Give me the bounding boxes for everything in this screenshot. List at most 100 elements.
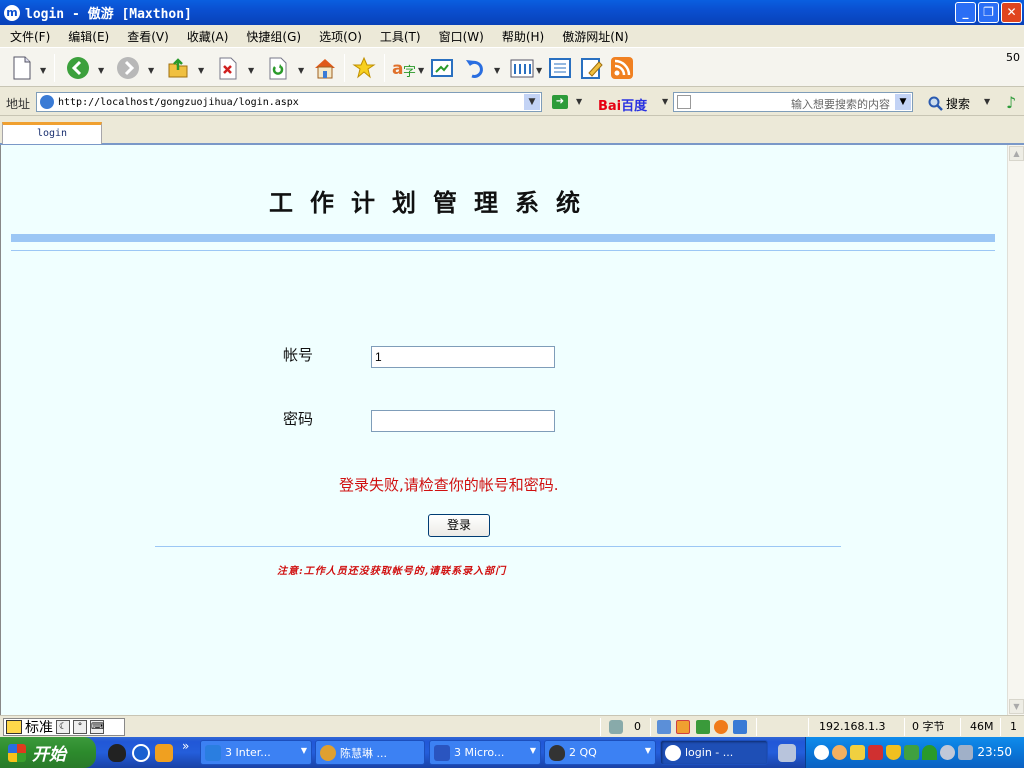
minimize-button[interactable]: _ bbox=[955, 2, 976, 23]
tray-umbrella-icon[interactable] bbox=[922, 745, 937, 760]
search-dropdown-icon[interactable]: ▼ bbox=[895, 94, 911, 110]
taskbar-item-login[interactable]: login - ... bbox=[660, 740, 768, 765]
menu-groups[interactable]: 快捷组(G) bbox=[240, 28, 307, 45]
menu-view[interactable]: 查看(V) bbox=[121, 28, 175, 45]
restore-button[interactable]: ❐ bbox=[978, 2, 999, 23]
ime-punct-icon[interactable]: ° bbox=[73, 720, 87, 734]
maxthon-icon bbox=[665, 744, 681, 761]
taskbar: 开始 » 3 Inter... ▼ 陈慧琳 ... 3 Micro... ▼ 2… bbox=[0, 737, 1024, 768]
error-message: 登录失败,请检查你的帐号和密码. bbox=[339, 476, 559, 494]
menu-maxthon-sites[interactable]: 傲游网址(N) bbox=[556, 28, 634, 45]
address-dropdown-icon[interactable]: ▼ bbox=[524, 94, 540, 110]
tray-security-icon[interactable] bbox=[904, 745, 919, 760]
vertical-scrollbar[interactable]: ▲ ▼ bbox=[1007, 145, 1024, 715]
header-band bbox=[11, 234, 995, 242]
quicklaunch-qq-icon[interactable] bbox=[108, 744, 126, 762]
tray-globe-icon[interactable] bbox=[940, 745, 955, 760]
header-divider bbox=[11, 250, 995, 251]
favorites-star-icon[interactable] bbox=[350, 54, 378, 82]
status-bar: 标准 ☾ ° ⌨ 0 192.168.1.3 0 字节 46M 1 bbox=[0, 715, 1024, 737]
address-bar: 地址 http://localhost/gongzuojihua/login.a… bbox=[0, 88, 1024, 116]
address-label: 地址 bbox=[6, 97, 31, 111]
scroll-up-icon[interactable]: ▲ bbox=[1009, 146, 1024, 161]
scroll-down-icon[interactable]: ▼ bbox=[1009, 699, 1024, 714]
undo-icon[interactable] bbox=[462, 54, 490, 82]
music-player-icon bbox=[320, 744, 336, 761]
word-icon bbox=[434, 744, 450, 761]
menu-window[interactable]: 窗口(W) bbox=[433, 28, 490, 45]
status-network-icon[interactable] bbox=[657, 720, 671, 734]
sidebar-panel-icon[interactable] bbox=[546, 54, 574, 82]
maxthon-logo-icon: m bbox=[4, 4, 20, 21]
taskbar-item-qq[interactable]: 2 QQ ▼ bbox=[544, 740, 656, 765]
tray-face-icon[interactable] bbox=[832, 745, 847, 760]
keyboard-tray-icon[interactable] bbox=[778, 744, 796, 762]
quicklaunch-media-icon[interactable] bbox=[155, 744, 173, 762]
ime-keyboard-icon[interactable]: ⌨ bbox=[90, 720, 104, 734]
music-note-icon[interactable]: ♪ bbox=[1006, 93, 1016, 112]
status-sun-icon[interactable] bbox=[714, 720, 728, 734]
search-placeholder: 输入想要搜索的内容 bbox=[791, 98, 890, 111]
baidu-logo[interactable]: Bai百度 bbox=[598, 95, 647, 114]
trash-icon[interactable] bbox=[609, 720, 623, 734]
taskbar-item-word[interactable]: 3 Micro... ▼ bbox=[429, 740, 541, 765]
status-popup-block-icon[interactable] bbox=[676, 720, 690, 734]
quicklaunch-more-icon[interactable]: » bbox=[182, 739, 189, 753]
search-button[interactable]: 搜索 bbox=[928, 95, 970, 112]
tray-shield-icon[interactable] bbox=[886, 745, 901, 760]
tray-volume-icon[interactable] bbox=[958, 745, 973, 760]
taskbar-clock: 23:50 bbox=[977, 745, 1012, 759]
ime-mode-label[interactable]: 标准 bbox=[25, 717, 53, 737]
search-engine-icon[interactable] bbox=[677, 95, 691, 109]
status-screen-icon[interactable] bbox=[733, 720, 747, 734]
ime-toolbar[interactable]: 标准 ☾ ° ⌨ bbox=[3, 718, 125, 736]
rss-columns-icon[interactable] bbox=[508, 54, 536, 82]
status-image-icon[interactable] bbox=[696, 720, 710, 734]
ime-logo-icon[interactable] bbox=[6, 720, 22, 734]
account-input[interactable] bbox=[371, 346, 555, 368]
taskbar-item-music[interactable]: 陈慧琳 ... bbox=[315, 740, 425, 765]
ime-moon-icon[interactable]: ☾ bbox=[56, 720, 70, 734]
home-icon[interactable] bbox=[311, 54, 339, 82]
page-viewport: 工作计划管理系统 帐号 密码 登录失败,请检查你的帐号和密码. 登录 注意:工作… bbox=[0, 145, 1007, 715]
memory-usage: 46M bbox=[970, 720, 994, 733]
menu-edit[interactable]: 编辑(E) bbox=[62, 28, 115, 45]
trash-count: 0 bbox=[634, 720, 641, 733]
menu-file[interactable]: 文件(F) bbox=[4, 28, 56, 45]
toolbar-counter: 50 bbox=[1006, 51, 1020, 64]
new-page-icon[interactable] bbox=[8, 54, 36, 82]
go-button[interactable]: ➜ bbox=[552, 95, 568, 109]
menu-tools[interactable]: 工具(T) bbox=[374, 28, 427, 45]
close-button[interactable]: ✕ bbox=[1001, 2, 1022, 23]
notes-edit-icon[interactable] bbox=[578, 54, 606, 82]
menu-favorites[interactable]: 收藏(A) bbox=[181, 28, 235, 45]
toolbar: ▼ ▼ ▼ ▼ ▼ ▼ a字 ▼ ▼ ▼ 50 bbox=[0, 47, 1024, 87]
taskbar-item-internet[interactable]: 3 Inter... ▼ bbox=[200, 740, 312, 765]
rss-feed-icon[interactable] bbox=[608, 54, 636, 82]
menu-help[interactable]: 帮助(H) bbox=[496, 28, 550, 45]
svg-text:字: 字 bbox=[403, 65, 416, 80]
svg-text:a: a bbox=[392, 59, 403, 79]
window-title: login - 傲游 [Maxthon] bbox=[25, 7, 192, 22]
tray-qq-icon[interactable] bbox=[850, 745, 865, 760]
start-button[interactable]: 开始 bbox=[0, 737, 96, 768]
system-title: 工作计划管理系统 bbox=[269, 188, 597, 217]
qq-icon bbox=[549, 744, 565, 761]
snapshot-icon[interactable] bbox=[428, 54, 456, 82]
back-icon[interactable] bbox=[64, 54, 92, 82]
password-input[interactable] bbox=[371, 410, 555, 432]
quicklaunch-maxthon-icon[interactable] bbox=[132, 744, 150, 762]
translate-icon[interactable]: a字 bbox=[390, 54, 418, 82]
tab-login[interactable]: login bbox=[2, 122, 102, 144]
tray-qq2-icon[interactable] bbox=[868, 745, 883, 760]
stop-icon[interactable] bbox=[214, 54, 242, 82]
refresh-icon[interactable] bbox=[264, 54, 292, 82]
search-input[interactable]: 输入想要搜索的内容 ▼ bbox=[673, 92, 913, 112]
menu-options[interactable]: 选项(O) bbox=[313, 28, 368, 45]
address-input[interactable]: http://localhost/gongzuojihua/login.aspx… bbox=[36, 92, 542, 112]
up-folder-icon[interactable] bbox=[164, 54, 192, 82]
page-favicon-icon bbox=[40, 95, 54, 109]
forward-icon[interactable] bbox=[114, 54, 142, 82]
tray-maxthon-icon[interactable] bbox=[814, 745, 829, 760]
login-button[interactable]: 登录 bbox=[428, 514, 490, 537]
